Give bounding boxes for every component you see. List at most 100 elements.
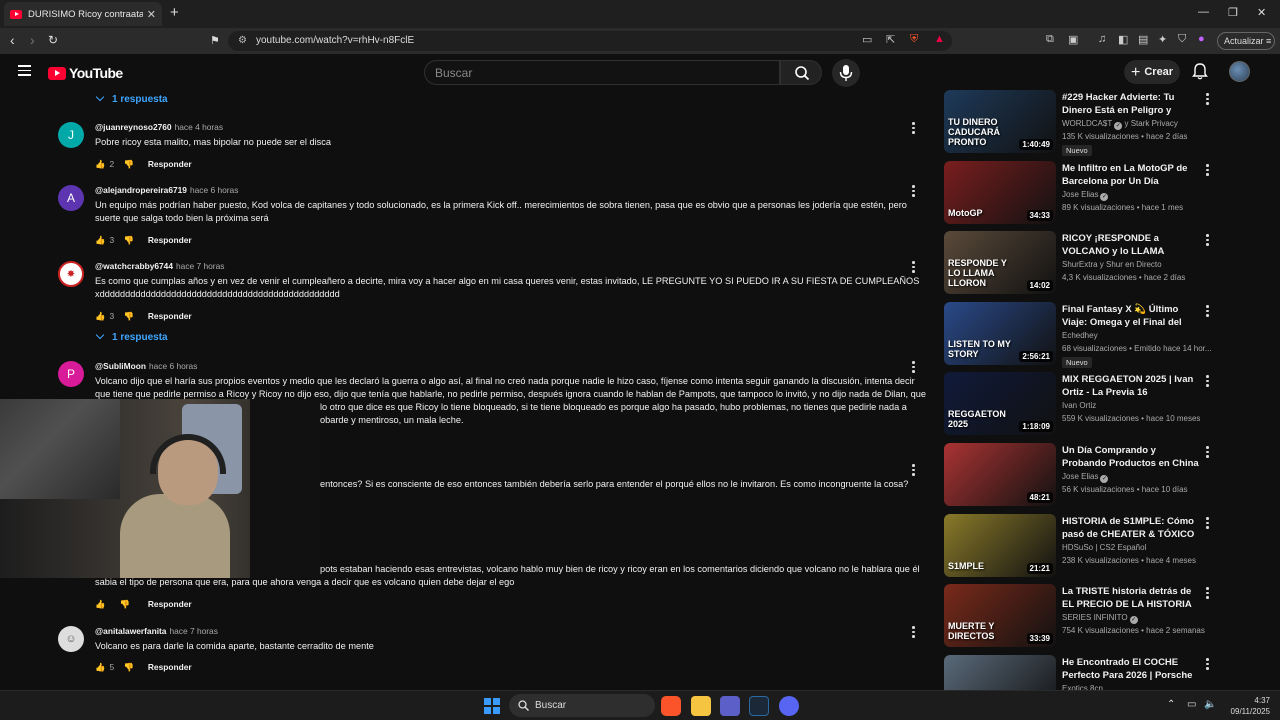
like-icon[interactable]: 👍 xyxy=(95,662,105,673)
video-title[interactable]: Un Día Comprando y Probando Productos en… xyxy=(1062,444,1202,470)
avatar[interactable]: J xyxy=(58,122,84,148)
related-video[interactable]: VIAJE 2000KMHe Encontrado El COCHE Perfe… xyxy=(944,655,1280,690)
close-tab-icon[interactable]: ✕ xyxy=(147,8,156,21)
site-settings-icon[interactable]: ⚙ xyxy=(238,31,247,51)
video-title[interactable]: MIX REGGAETON 2025 | Ivan Ortiz - La Pre… xyxy=(1062,373,1202,399)
comment-time[interactable]: hace 6 horas xyxy=(190,185,238,195)
comment-time[interactable]: hace 6 horas xyxy=(149,361,197,371)
profile-icon[interactable]: ● xyxy=(1198,33,1205,45)
related-video[interactable]: LISTEN TO MY STORY 2:56:21 Final Fantasy X… xyxy=(944,302,1280,368)
video-menu-icon[interactable] xyxy=(1206,234,1210,248)
wallet-icon[interactable]: ▤ xyxy=(1138,33,1148,46)
related-video[interactable]: MUERTE Y DIRECTOS 33:39 La TRISTE historia… xyxy=(944,584,1280,650)
video-title[interactable]: La TRISTE historia detrás de EL PRECIO D… xyxy=(1062,585,1202,611)
reply-button[interactable]: Responder xyxy=(148,599,192,609)
video-channel[interactable]: ShurExtra y Shur en Directo xyxy=(1062,260,1162,269)
video-menu-icon[interactable] xyxy=(1206,587,1210,601)
video-channel[interactable]: SERIES INFINITO ✓ xyxy=(1062,613,1138,624)
like-icon[interactable]: 👍 xyxy=(95,599,105,610)
brave-shield-icon[interactable]: ⛨ xyxy=(910,33,918,46)
video-menu-icon[interactable] xyxy=(1206,93,1210,107)
view-replies-link[interactable]: 1 respuesta xyxy=(95,330,168,343)
taskbar-search[interactable]: Buscar xyxy=(509,694,655,717)
minimize-icon[interactable]: — xyxy=(1198,6,1209,18)
like-icon[interactable]: 👍 xyxy=(95,235,105,246)
back-icon[interactable]: ‹ xyxy=(10,32,15,48)
video-thumbnail[interactable]: MotoGP 34:33 xyxy=(944,161,1056,224)
dislike-icon[interactable]: 👎 xyxy=(119,599,129,610)
voice-search-button[interactable] xyxy=(832,59,860,87)
sidebar-icon[interactable]: ◧ xyxy=(1118,33,1128,46)
video-channel[interactable]: Jose Elias ✓ xyxy=(1062,472,1109,483)
comment-author[interactable]: @watchcrabby6744 xyxy=(95,261,173,271)
comment-author[interactable]: @SubliMoon xyxy=(95,361,146,371)
avatar[interactable]: ✸ xyxy=(58,261,84,287)
bookmark-icon[interactable]: ⚑ xyxy=(210,34,220,47)
comment-author[interactable]: @anitalawerfanita xyxy=(95,626,166,636)
video-menu-icon[interactable] xyxy=(1206,446,1210,460)
comment-author[interactable]: @juanreynoso2760 xyxy=(95,122,172,132)
windows-start-icon[interactable] xyxy=(484,698,500,714)
related-video[interactable]: MotoGP 34:33 Me Infiltro en La MotoGP de B… xyxy=(944,161,1280,227)
video-title[interactable]: RICOY ¡RESPONDE a VOLCANO y lo LLAMA LLO… xyxy=(1062,232,1202,258)
video-channel[interactable]: HDSuSo | CS2 Español xyxy=(1062,543,1146,552)
video-thumbnail[interactable]: REGGAETON 2025 1:18:09 xyxy=(944,372,1056,435)
comment-time[interactable]: hace 4 horas xyxy=(175,122,223,132)
view-replies-link[interactable]: 1 respuesta xyxy=(95,92,168,105)
video-thumbnail[interactable]: RESPONDE Y LO LLAMA LLORON 14:02 xyxy=(944,231,1056,294)
reload-icon[interactable]: ↻ xyxy=(48,33,58,47)
related-video[interactable]: S1MPLE 21:21 HISTORIA de S1MPLE: Cómo pasó… xyxy=(944,514,1280,580)
video-channel[interactable]: Jose Elias ✓ xyxy=(1062,190,1109,201)
related-video[interactable]: REGGAETON 2025 1:18:09 MIX REGGAETON 2025 … xyxy=(944,372,1280,438)
extensions-icon[interactable]: ⧉ xyxy=(1046,33,1054,46)
address-bar[interactable]: ⚙ youtube.com/watch?v=rhHv-n8FclE xyxy=(228,31,952,51)
avatar[interactable]: A xyxy=(58,185,84,211)
search-input[interactable] xyxy=(424,60,780,85)
dislike-icon[interactable]: 👎 xyxy=(123,235,133,246)
video-menu-icon[interactable] xyxy=(1206,517,1210,531)
related-video[interactable]: RESPONDE Y LO LLAMA LLORON 14:02 RICOY ¡RE… xyxy=(944,231,1280,297)
dislike-icon[interactable]: 👎 xyxy=(123,159,133,170)
steam-icon[interactable] xyxy=(749,696,769,716)
comment-menu-icon[interactable] xyxy=(912,464,916,478)
video-title[interactable]: Me Infiltro en La MotoGP de Barcelona po… xyxy=(1062,162,1202,188)
video-thumbnail[interactable]: S1MPLE 21:21 xyxy=(944,514,1056,577)
brave-rewards-icon[interactable]: ▲ xyxy=(934,33,945,45)
dislike-icon[interactable]: 👎 xyxy=(123,311,133,322)
video-title[interactable]: He Encontrado El COCHE Perfecto Para 202… xyxy=(1062,656,1202,682)
video-title[interactable]: HISTORIA de S1MPLE: Cómo pasó de CHEATER… xyxy=(1062,515,1202,541)
volume-icon[interactable]: 🔈 xyxy=(1204,699,1216,710)
maximize-icon[interactable]: ❐ xyxy=(1228,6,1238,19)
teams-icon[interactable] xyxy=(720,696,740,716)
like-icon[interactable]: 👍 xyxy=(95,311,105,322)
share-icon[interactable]: ⇱ xyxy=(886,33,895,46)
video-thumbnail[interactable]: LISTEN TO MY STORY 2:56:21 xyxy=(944,302,1056,365)
comment-menu-icon[interactable] xyxy=(912,122,916,136)
reply-button[interactable]: Responder xyxy=(148,662,192,672)
close-window-icon[interactable]: ✕ xyxy=(1257,6,1266,19)
network-icon[interactable]: ▭ xyxy=(1187,699,1196,710)
comment-menu-icon[interactable] xyxy=(912,261,916,275)
dislike-icon[interactable]: 👎 xyxy=(123,662,133,673)
comment-menu-icon[interactable] xyxy=(912,626,916,640)
tray-overflow-icon[interactable]: ⌃ xyxy=(1167,699,1175,710)
comment-menu-icon[interactable] xyxy=(912,185,916,199)
vpn-icon[interactable]: ⛉ xyxy=(1178,33,1186,46)
comment-time[interactable]: hace 7 horas xyxy=(176,261,224,271)
brave-browser-icon[interactable] xyxy=(661,696,681,716)
discord-icon[interactable] xyxy=(779,696,799,716)
comment-menu-icon[interactable] xyxy=(912,361,916,375)
related-video[interactable]: 48:21 Un Día Comprando y Probando Product… xyxy=(944,443,1280,509)
cast-icon[interactable]: ▭ xyxy=(862,33,872,46)
music-icon[interactable]: ♫ xyxy=(1098,33,1106,45)
video-title[interactable]: Final Fantasy X 💫 Último Viaje: Omega y … xyxy=(1062,303,1202,329)
video-thumbnail[interactable]: TU DINERO CADUCARÁ PRONTO 1:40:49 xyxy=(944,90,1056,153)
youtube-logo[interactable]: YouTube xyxy=(48,65,123,81)
video-thumbnail[interactable]: 48:21 xyxy=(944,443,1056,506)
avatar[interactable]: P xyxy=(58,361,84,387)
video-title[interactable]: #229 Hacker Advierte: Tu Dinero Está en … xyxy=(1062,91,1202,117)
taskbar-clock[interactable]: 4:37 09/11/2025 xyxy=(1222,695,1270,717)
video-menu-icon[interactable] xyxy=(1206,658,1210,672)
create-button[interactable]: + Crear xyxy=(1124,60,1180,84)
video-menu-icon[interactable] xyxy=(1206,164,1210,178)
